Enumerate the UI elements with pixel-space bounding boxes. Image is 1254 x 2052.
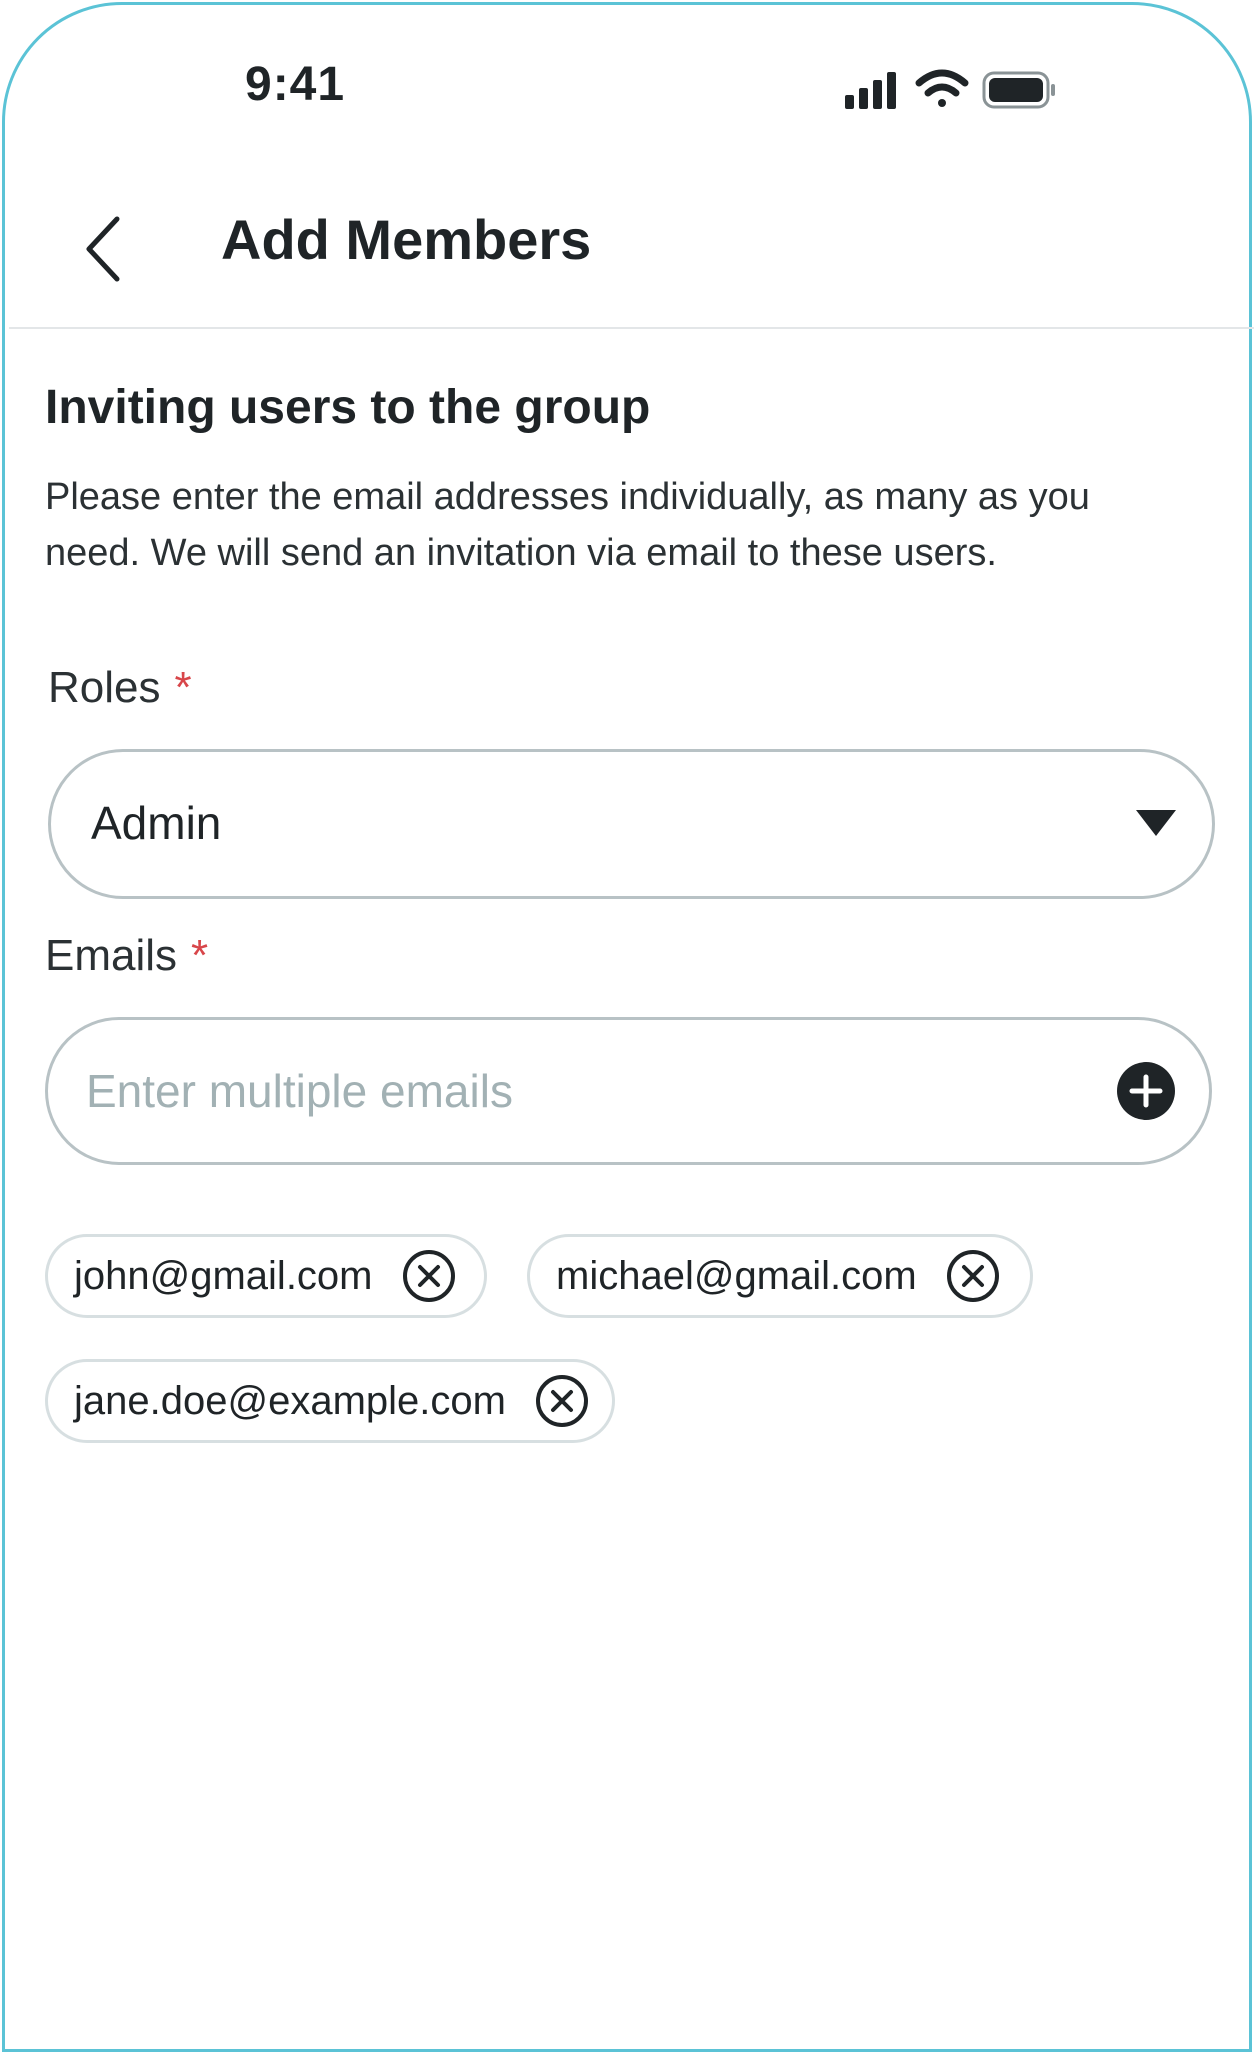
roles-label: Roles *: [48, 663, 192, 713]
remove-email-button[interactable]: [945, 1248, 1001, 1304]
chevron-left-icon: [86, 216, 120, 282]
roles-select[interactable]: Admin: [48, 749, 1215, 899]
page-title: Add Members: [221, 208, 592, 271]
cellular-signal-icon: [845, 72, 896, 109]
emails-label: Emails *: [45, 931, 208, 981]
email-chip-text: jane.doe@example.com: [74, 1378, 506, 1423]
email-chip-text: john@gmail.com: [74, 1253, 373, 1298]
plus-circle-icon: [1129, 1074, 1163, 1108]
header-divider: [9, 327, 1254, 329]
app-header: Add Members: [5, 185, 1254, 330]
close-circle-icon: [946, 1250, 999, 1302]
wifi-icon: [915, 69, 969, 107]
email-chip: jane.doe@example.com: [45, 1359, 615, 1443]
emails-label-text: Emails: [45, 931, 178, 980]
roles-selected-value: Admin: [91, 797, 222, 849]
add-email-button[interactable]: [1117, 1062, 1175, 1120]
caret-down-icon: [1136, 810, 1176, 836]
required-mark: *: [174, 663, 192, 712]
remove-email-button[interactable]: [534, 1373, 590, 1429]
status-time: 9:41: [245, 58, 346, 111]
close-circle-icon: [402, 1250, 455, 1302]
close-circle-icon: [535, 1375, 588, 1427]
remove-email-button[interactable]: [401, 1248, 457, 1304]
section-title: Inviting users to the group: [45, 381, 651, 434]
required-mark: *: [191, 931, 209, 980]
email-input-container: [45, 1017, 1212, 1165]
section-description: Please enter the email addresses individ…: [45, 476, 1090, 574]
email-chip: michael@gmail.com: [527, 1234, 1033, 1318]
battery-icon: [982, 71, 1055, 109]
phone-frame: 9:41 Add Members Inviting users to the g…: [2, 2, 1254, 2052]
email-input[interactable]: [86, 1048, 1046, 1134]
email-chip: john@gmail.com: [45, 1234, 487, 1318]
back-button[interactable]: [77, 211, 131, 287]
status-icons: [845, 69, 1075, 113]
roles-label-text: Roles: [48, 663, 161, 712]
email-chip-text: michael@gmail.com: [556, 1253, 917, 1298]
